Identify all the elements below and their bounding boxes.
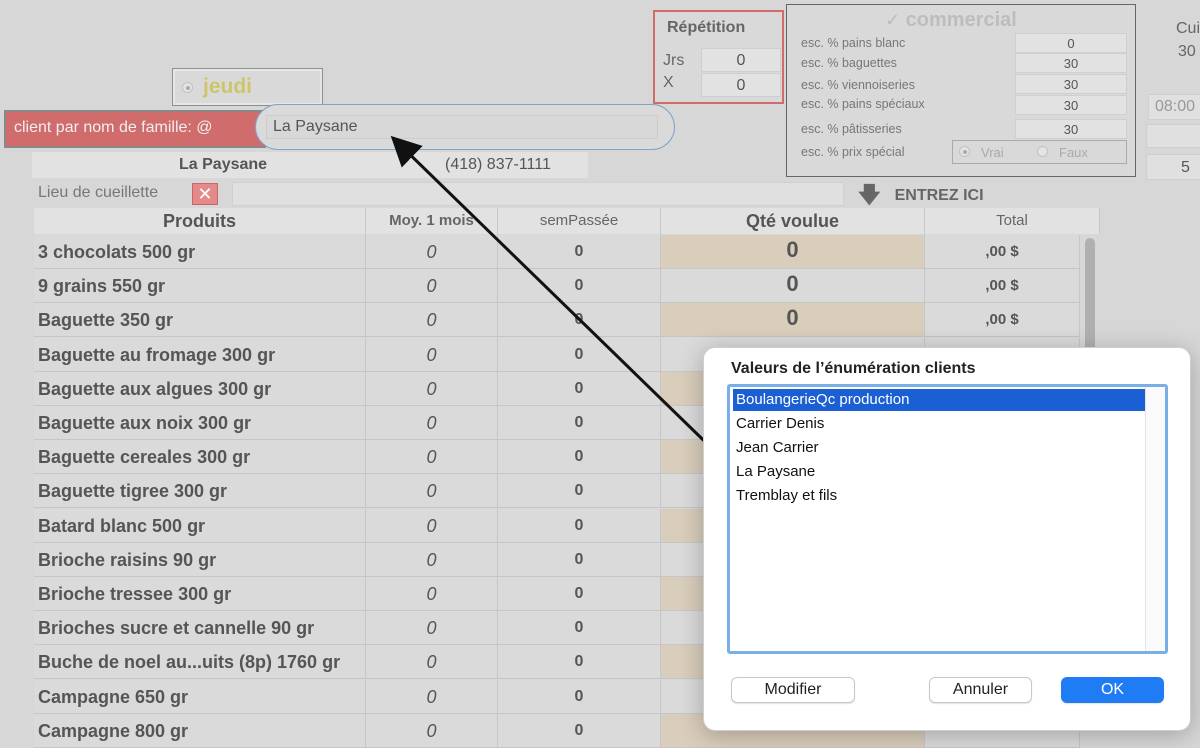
list-item[interactable]: BoulangerieQc production	[733, 389, 1146, 411]
enum-dialog: Valeurs de l’énumération clients Boulang…	[703, 347, 1191, 731]
ok-button[interactable]: OK	[1061, 677, 1164, 703]
dialog-title: Valeurs de l’énumération clients	[731, 360, 976, 377]
list-item[interactable]: La Paysane	[733, 461, 1146, 483]
clients-listbox[interactable]: BoulangerieQc production Carrier Denis Jea…	[727, 384, 1168, 654]
list-item[interactable]: Carrier Denis	[733, 413, 1146, 435]
list-item[interactable]: Tremblay et fils	[733, 485, 1146, 507]
list-item[interactable]: Jean Carrier	[733, 437, 1146, 459]
listbox-scrollbar[interactable]	[1145, 387, 1165, 651]
modifier-button[interactable]: Modifier	[731, 677, 855, 703]
annuler-button[interactable]: Annuler	[929, 677, 1032, 703]
